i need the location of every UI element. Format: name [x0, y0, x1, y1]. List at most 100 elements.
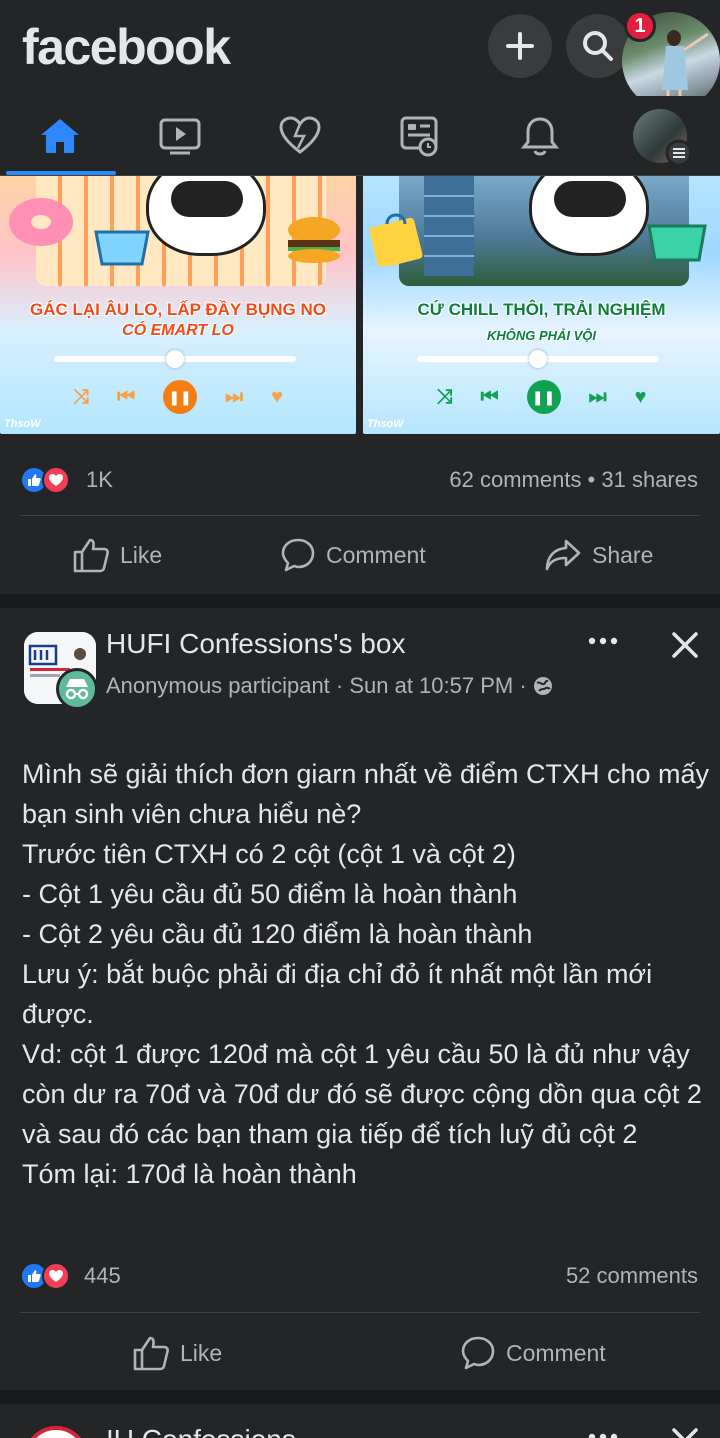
close-icon[interactable]: [664, 624, 706, 666]
astronaut-mascot-icon: [146, 176, 266, 256]
promo-left-headline: GÁC LẠI ÂU LO, LẤP ĐẦY BỤNG NO: [30, 300, 326, 319]
globe-icon: [533, 677, 552, 695]
promo-right-headline: CỨ CHILL THÔI, TRẢI NGHIỆM: [417, 300, 666, 319]
home-icon: [41, 119, 79, 153]
promo-left-controls: ⤨ ⏮ ❚❚ ⏭ ♥: [0, 380, 356, 414]
menu-icon: [665, 139, 693, 167]
incognito-icon: [65, 679, 89, 700]
divider: [20, 1312, 700, 1313]
like-button[interactable]: Like: [72, 530, 162, 580]
progress-knob: [529, 350, 547, 368]
love-reaction-icon: [42, 466, 70, 494]
notification-badge: 1: [624, 10, 656, 42]
anonymous-avatar: [56, 668, 98, 710]
love-reaction-icon: [42, 1262, 70, 1290]
active-tab-indicator: [6, 171, 116, 175]
post1-stats: 1K 62 comments • 31 shares: [0, 458, 720, 498]
promo-image-left[interactable]: GÁC LẠI ÂU LO, LẤP ĐẦY BỤNG NO CÓ EMART …: [0, 176, 356, 434]
close-icon[interactable]: [664, 1420, 706, 1438]
promo-left-subline: CÓ EMART LO: [122, 322, 234, 339]
heart-small-icon: ♥: [634, 385, 647, 408]
menu-avatar: [633, 109, 693, 167]
tab-watch[interactable]: [120, 96, 240, 176]
pause-icon: ❚❚: [526, 380, 561, 414]
tab-home[interactable]: [0, 96, 120, 176]
post-author[interactable]: IU Confessions: [106, 1424, 296, 1438]
post-meta: Anonymous participant · Sun at 10:57 PM …: [106, 672, 566, 700]
post-author[interactable]: HUFI Confessions's box: [106, 628, 405, 660]
comment-label: Comment: [506, 1339, 606, 1366]
comments-count[interactable]: 52 comments: [566, 1262, 698, 1290]
heart-icon: [279, 116, 321, 154]
shuffle-icon: ⤨: [436, 385, 453, 408]
top-bar: facebook 1: [0, 0, 720, 110]
share-label: Share: [592, 541, 654, 568]
promo-scene: [369, 176, 707, 286]
comment-button[interactable]: Comment: [460, 1328, 606, 1378]
tab-dating[interactable]: [240, 96, 360, 176]
thumbs-up-icon: [133, 1336, 169, 1371]
promo-image-right[interactable]: CỨ CHILL THÔI, TRẢI NGHIỆM KHÔNG PHẢI VỘ…: [363, 176, 720, 434]
astronaut-mascot-icon: [529, 176, 649, 256]
create-button[interactable]: [488, 14, 552, 78]
plus-icon: [506, 32, 534, 60]
promo-right-progress: [417, 350, 659, 368]
more-options-icon[interactable]: [586, 1422, 620, 1438]
pause-icon: ❚❚: [163, 380, 198, 414]
search-icon: [583, 31, 613, 61]
comments-shares-count[interactable]: 62 comments • 31 shares: [449, 466, 698, 494]
video-icon: [159, 118, 201, 155]
like-label: Like: [180, 1339, 223, 1366]
facebook-logo[interactable]: facebook: [22, 18, 231, 76]
comment-button[interactable]: Comment: [280, 530, 426, 580]
reaction-count[interactable]: 445: [84, 1262, 121, 1290]
tab-menu[interactable]: [600, 96, 720, 176]
basket-icon: [94, 230, 150, 266]
promo-right-subline: KHÔNG PHẢI VỘI: [486, 328, 597, 343]
building-icon: [424, 176, 474, 276]
heart-small-icon: ♥: [271, 385, 283, 408]
post2-stats: 445 52 comments: [0, 1254, 720, 1294]
promo-scene: [9, 176, 340, 286]
post-body: Mình sẽ giải thích đơn giarn nhất về điể…: [22, 759, 710, 1189]
promo-left-progress: [54, 350, 296, 368]
comment-icon: [461, 1336, 495, 1370]
post-hufi-confessions: HUFI Confessions's box Anonymous partici…: [0, 608, 720, 1390]
feeds-icon: [400, 116, 438, 157]
previous-icon: ⏮: [117, 385, 136, 408]
tab-feeds[interactable]: [360, 96, 480, 176]
watermark: Thso​W: [4, 418, 41, 430]
like-button[interactable]: Like: [132, 1328, 222, 1378]
next-icon: ⏭: [588, 385, 607, 408]
bell-icon: [520, 117, 560, 156]
reactions[interactable]: [20, 466, 80, 494]
search-button[interactable]: [566, 14, 630, 78]
comment-label: Comment: [326, 541, 426, 568]
thumbs-up-icon: [73, 538, 109, 573]
next-icon: ⏭: [225, 385, 244, 408]
divider: [20, 515, 700, 516]
share-icon: [545, 539, 581, 571]
post-meta-text: Anonymous participant · Sun at 10:57 PM …: [106, 673, 533, 698]
group-avatar[interactable]: [24, 1426, 88, 1438]
shopping-bag-icon: [369, 213, 423, 266]
tab-notifications[interactable]: [480, 96, 600, 176]
progress-knob: [166, 350, 184, 368]
share-button[interactable]: Share: [544, 530, 653, 580]
like-label: Like: [120, 541, 163, 568]
basket-icon: [647, 224, 707, 262]
donut-icon: [9, 198, 73, 246]
post-iu-confessions: IU Confessions: [0, 1404, 720, 1438]
tab-bar: [0, 96, 720, 176]
reaction-count[interactable]: 1K: [86, 466, 113, 494]
more-options-icon[interactable]: [586, 626, 620, 656]
comment-icon: [281, 538, 315, 572]
previous-icon: ⏮: [480, 385, 499, 408]
reactions[interactable]: [20, 1262, 80, 1290]
shuffle-icon: ⤨: [73, 385, 90, 408]
burger-icon: [288, 217, 340, 263]
promo-right-controls: ⤨ ⏮ ❚❚ ⏭ ♥: [363, 380, 720, 414]
watermark: Thso​W: [367, 418, 404, 430]
post-emart: GÁC LẠI ÂU LO, LẤP ĐẦY BỤNG NO CÓ EMART …: [0, 176, 720, 594]
facebook-feed: facebook 1 GÁC LẠI ÂU LO, LẤP ĐẦY BỤNG N…: [0, 0, 720, 1438]
